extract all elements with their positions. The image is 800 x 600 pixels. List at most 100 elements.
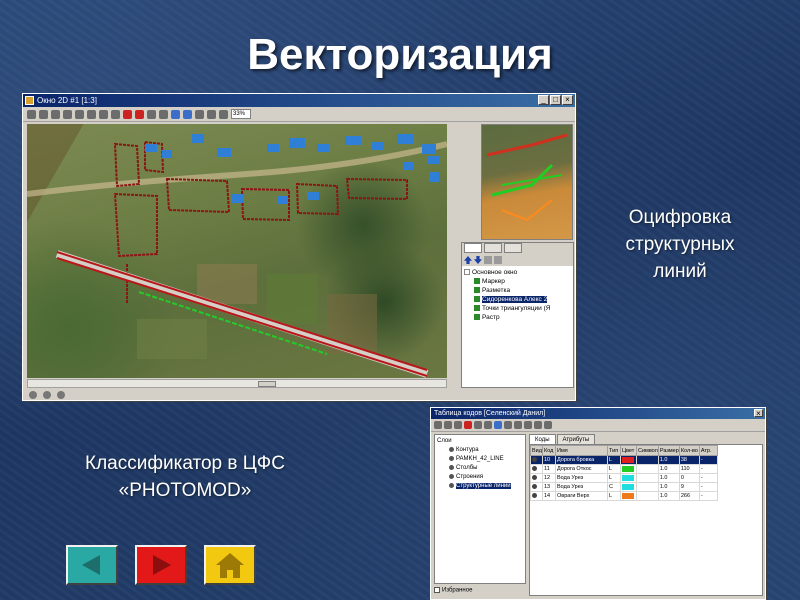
table-cell[interactable]: C bbox=[607, 482, 621, 492]
filter-icon[interactable] bbox=[524, 421, 532, 429]
table-cell[interactable]: 266 bbox=[678, 491, 700, 501]
import-icon[interactable] bbox=[494, 421, 502, 429]
zoom-1to1-icon[interactable] bbox=[207, 109, 216, 119]
horizontal-scrollbar[interactable] bbox=[27, 379, 447, 388]
vector-tool-icon[interactable] bbox=[99, 109, 108, 119]
add-code-icon[interactable] bbox=[454, 421, 462, 429]
layer-properties-icon[interactable] bbox=[484, 256, 492, 264]
table-cell[interactable]: - bbox=[698, 455, 718, 465]
properties-icon[interactable] bbox=[514, 421, 522, 429]
table-row[interactable]: 13 Вода Урез C 1.0 9- bbox=[530, 482, 718, 492]
tree-item-layers[interactable]: Слои bbox=[437, 437, 523, 446]
table-cell[interactable] bbox=[620, 473, 637, 483]
table-cell[interactable] bbox=[620, 464, 637, 474]
table-cell[interactable]: Вода Урез bbox=[555, 473, 608, 483]
tab-info[interactable] bbox=[504, 243, 522, 253]
col-header[interactable]: Атр. bbox=[698, 445, 718, 456]
table-cell[interactable]: 1.0 bbox=[657, 464, 680, 474]
table-cell[interactable]: 1.0 bbox=[657, 491, 680, 501]
table-cell[interactable]: - bbox=[698, 473, 718, 483]
tree-item-structural-lines[interactable]: Структурные линии bbox=[437, 482, 523, 491]
table-row[interactable]: 11 Дорога Откос L 1.0 110- bbox=[530, 464, 718, 474]
col-header[interactable]: Кол-во bbox=[678, 445, 700, 456]
visibility-icon[interactable] bbox=[532, 474, 537, 480]
tree-item-contours[interactable]: Контура bbox=[437, 446, 523, 455]
table-cell[interactable] bbox=[530, 464, 543, 474]
node-tool-icon[interactable] bbox=[111, 109, 120, 119]
table-cell[interactable] bbox=[530, 455, 543, 465]
visibility-icon[interactable] bbox=[532, 483, 537, 489]
checkbox-icon[interactable] bbox=[434, 587, 440, 593]
table-cell[interactable]: 1.0 bbox=[657, 455, 680, 465]
col-header[interactable]: Код bbox=[542, 445, 556, 456]
close-button[interactable]: × bbox=[562, 95, 573, 105]
layer-delete-icon[interactable] bbox=[494, 256, 502, 264]
zoom-out-icon[interactable] bbox=[183, 109, 192, 119]
col-header[interactable]: Цвет bbox=[620, 445, 637, 456]
tree-item-raster[interactable]: Растр bbox=[464, 313, 571, 322]
table-cell[interactable]: 0 bbox=[678, 473, 700, 483]
visibility-icon[interactable] bbox=[532, 492, 537, 498]
table-cell[interactable] bbox=[620, 455, 637, 465]
export-icon[interactable] bbox=[504, 421, 512, 429]
table-row[interactable]: 12 Вода Урез L 1.0 0- bbox=[530, 473, 718, 483]
table-row[interactable]: 10 Дорога бровка L 1.0 38- bbox=[530, 455, 718, 465]
table-cell[interactable]: Дорога Откос bbox=[555, 464, 608, 474]
table-cell[interactable]: 38 bbox=[678, 455, 700, 465]
home-button[interactable] bbox=[204, 545, 256, 585]
tree-item-root[interactable]: Основное окно bbox=[464, 268, 571, 277]
col-header[interactable]: Размер bbox=[657, 445, 680, 456]
table-cell[interactable]: L bbox=[607, 455, 621, 465]
tree-item-poles[interactable]: Столбы bbox=[437, 464, 523, 473]
col-header[interactable]: Имя bbox=[555, 445, 608, 456]
zoom-fit-icon[interactable] bbox=[195, 109, 204, 119]
overview-preview[interactable] bbox=[481, 124, 573, 240]
favorites-checkbox[interactable]: Избранное bbox=[434, 587, 472, 594]
eye-icon[interactable] bbox=[474, 305, 480, 312]
zoom-window-icon[interactable] bbox=[219, 109, 228, 119]
table-cell[interactable] bbox=[636, 455, 659, 465]
delete-code-icon[interactable] bbox=[464, 421, 472, 429]
table-cell[interactable]: - bbox=[698, 482, 718, 492]
table-cell[interactable] bbox=[636, 464, 659, 474]
table-cell[interactable]: Овраги Верх bbox=[555, 491, 608, 501]
layer-tool-icon[interactable] bbox=[51, 109, 60, 119]
tree-item-marker[interactable]: Маркер bbox=[464, 277, 571, 286]
table-cell[interactable] bbox=[636, 491, 659, 501]
color-swatch[interactable] bbox=[622, 483, 634, 490]
tree-item-triangulation[interactable]: Точки триангуляции (Я bbox=[464, 304, 571, 313]
table-cell[interactable]: L bbox=[607, 491, 621, 501]
color-swatch[interactable] bbox=[622, 474, 634, 481]
zoom-in-icon[interactable] bbox=[171, 109, 180, 119]
paste-icon[interactable] bbox=[484, 421, 492, 429]
col-header[interactable]: Символ bbox=[636, 445, 659, 456]
code-window-close-button[interactable]: × bbox=[754, 409, 763, 418]
pointer-tool-icon[interactable] bbox=[87, 109, 96, 119]
tree-item-markup[interactable]: Разметка bbox=[464, 286, 571, 295]
move-down-icon[interactable] bbox=[474, 256, 482, 264]
table-cell[interactable]: 14 bbox=[542, 491, 556, 501]
eye-icon[interactable] bbox=[474, 278, 480, 285]
tab-attributes[interactable]: Атрибуты bbox=[556, 434, 596, 444]
table-cell[interactable]: Вода Урез bbox=[555, 482, 608, 492]
table-cell[interactable] bbox=[530, 473, 543, 483]
color-swatch[interactable] bbox=[622, 465, 634, 472]
table-cell[interactable]: 110 bbox=[678, 464, 700, 474]
table-row[interactable]: 14 Овраги Верх L 1.0 266- bbox=[530, 491, 718, 501]
table-cell[interactable]: - bbox=[698, 491, 718, 501]
eye-icon[interactable] bbox=[474, 287, 480, 294]
eye-icon[interactable] bbox=[474, 296, 480, 303]
edit-tool-icon[interactable] bbox=[147, 109, 156, 119]
tab-objects[interactable] bbox=[484, 243, 502, 253]
minimize-button[interactable]: _ bbox=[538, 95, 549, 105]
save-icon[interactable] bbox=[444, 421, 452, 429]
tree-item-frame[interactable]: PAMKH_42_LINE bbox=[437, 455, 523, 464]
select-tool-icon[interactable] bbox=[27, 109, 36, 119]
table-cell[interactable]: 1.0 bbox=[657, 473, 680, 483]
color-swatch[interactable] bbox=[622, 456, 634, 463]
table-cell[interactable] bbox=[636, 482, 659, 492]
table-cell[interactable]: 10 bbox=[542, 455, 556, 465]
prev-slide-button[interactable] bbox=[66, 545, 118, 585]
table-cell[interactable]: 11 bbox=[542, 464, 556, 474]
tab-layers[interactable] bbox=[464, 243, 482, 253]
